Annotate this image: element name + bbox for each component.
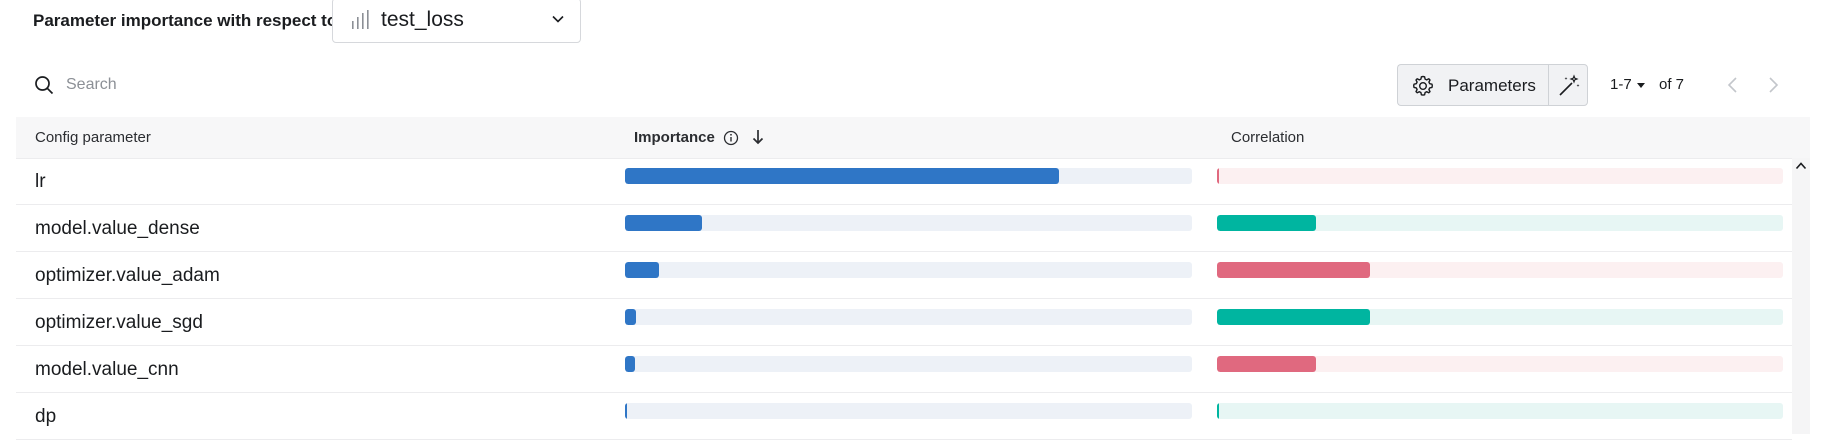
parameter-name: optimizer.value_sgd <box>35 312 203 333</box>
table-body: lr model.value_dense optimizer.value_ada… <box>16 158 1792 440</box>
importance-fill <box>625 309 637 325</box>
correlation-fill <box>1217 309 1370 325</box>
correlation-fill <box>1217 403 1220 419</box>
importance-fill <box>625 215 702 231</box>
correlation-fill <box>1217 356 1317 372</box>
correlation-bar <box>1217 309 1783 325</box>
correlation-fill <box>1217 215 1317 231</box>
table-row[interactable]: lr <box>16 158 1792 205</box>
table-row[interactable]: model.value_dense <box>16 205 1792 252</box>
importance-bar <box>625 168 1192 184</box>
table-row[interactable]: dp <box>16 393 1792 440</box>
importance-bar <box>625 215 1192 231</box>
table-scrollbar[interactable] <box>1792 158 1810 434</box>
page-total: of 7 <box>1659 76 1685 93</box>
correlation-bar <box>1217 356 1783 372</box>
correlation-bar <box>1217 168 1783 184</box>
correlation-fill <box>1217 168 1220 184</box>
info-icon[interactable] <box>723 130 739 146</box>
page-range-select[interactable]: 1-7 <box>1610 75 1632 95</box>
bar-chart-icon <box>352 10 369 29</box>
parameter-name: lr <box>35 171 46 192</box>
correlation-bar <box>1217 403 1783 419</box>
sort-descending-icon[interactable] <box>751 128 765 146</box>
importance-fill <box>625 168 1059 184</box>
correlation-fill <box>1217 262 1370 278</box>
chevron-right-icon[interactable] <box>1766 76 1780 94</box>
panel-title: Parameter importance with respect to <box>33 11 338 30</box>
importance-fill <box>625 262 660 278</box>
search-input[interactable] <box>66 73 366 97</box>
parameter-name: model.value_dense <box>35 218 200 239</box>
column-correlation[interactable]: Correlation <box>1231 129 1304 147</box>
importance-fill <box>625 356 636 372</box>
auto-suggest-button[interactable] <box>1548 64 1588 106</box>
parameters-label: Parameters <box>1448 76 1536 95</box>
correlation-bar <box>1217 262 1783 278</box>
importance-bar <box>625 356 1192 372</box>
gear-icon <box>1413 75 1433 96</box>
search-icon <box>35 76 54 95</box>
table-row[interactable]: model.value_cnn <box>16 346 1792 393</box>
importance-fill <box>625 403 628 419</box>
table-row[interactable]: optimizer.value_sgd <box>16 299 1792 346</box>
importance-bar <box>625 309 1192 325</box>
correlation-bar <box>1217 215 1783 231</box>
caret-down-icon <box>1637 83 1645 88</box>
metric-value: test_loss <box>381 8 464 31</box>
magic-wand-icon <box>1559 74 1580 96</box>
parameter-name: optimizer.value_adam <box>35 265 220 286</box>
parameters-button[interactable]: Parameters <box>1397 64 1548 106</box>
table-row[interactable]: optimizer.value_adam <box>16 252 1792 299</box>
importance-bar <box>625 262 1192 278</box>
parameter-name: dp <box>35 406 57 427</box>
chevron-up-icon[interactable] <box>1795 160 1807 172</box>
table-header: Config parameter Importance Correlation <box>16 117 1810 159</box>
column-config-parameter[interactable]: Config parameter <box>35 129 151 147</box>
parameter-name: model.value_cnn <box>35 359 179 380</box>
chevron-down-icon <box>552 15 564 23</box>
importance-bar <box>625 403 1192 419</box>
metric-select[interactable]: test_loss <box>332 0 581 43</box>
chevron-left-icon[interactable] <box>1726 76 1740 94</box>
column-importance[interactable]: Importance <box>634 129 715 147</box>
